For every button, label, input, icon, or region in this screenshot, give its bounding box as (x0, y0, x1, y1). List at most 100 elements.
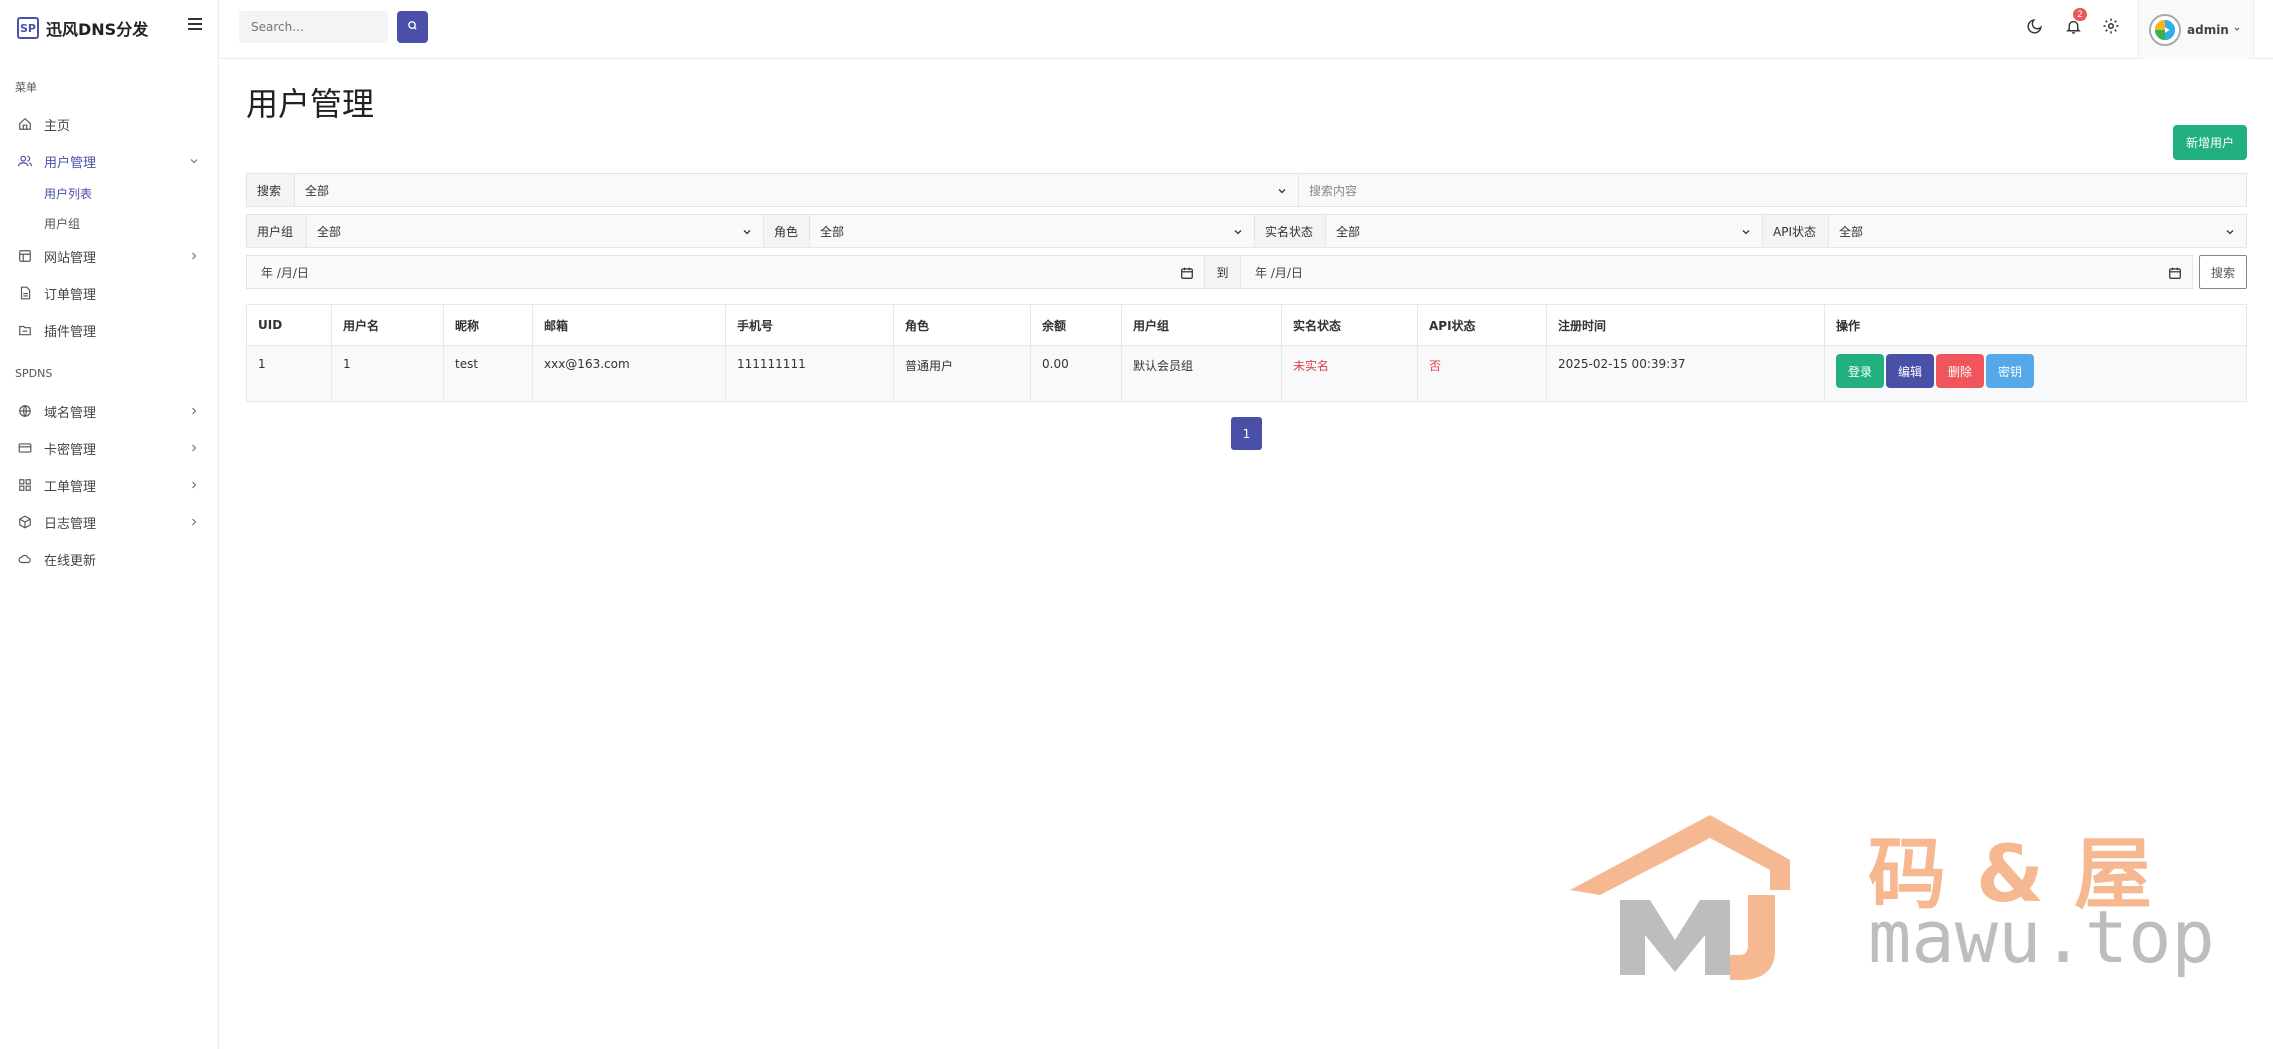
filter-search-button[interactable]: 搜索 (2199, 255, 2247, 289)
cell-role: 普通用户 (893, 345, 1031, 402)
table-row: 1 1 test xxx@163.com 111111111 普通用户 0.00… (246, 345, 2247, 402)
chevron-right-icon (188, 516, 200, 528)
cell-uid: 1 (246, 345, 332, 402)
cell-email: xxx@163.com (532, 345, 726, 402)
sidebar-item-online-update[interactable]: 在线更新 (0, 544, 219, 574)
group-select[interactable]: 全部 (306, 214, 763, 248)
sidebar-item-label: 域名管理 (44, 405, 97, 421)
grid-icon (18, 478, 32, 492)
date-from-value: 年 /月/日 (261, 265, 309, 280)
sidebar-item-label: 插件管理 (44, 324, 97, 340)
api-select[interactable]: 全部 (1828, 214, 2247, 248)
chevron-down-icon (188, 155, 200, 167)
col-email[interactable]: 邮箱 (532, 304, 726, 346)
cell-phone: 111111111 (725, 345, 894, 402)
section-label-spdns: SPDNS (15, 367, 53, 380)
sidebar-item-user-management[interactable]: 用户管理 (0, 146, 219, 176)
date-from-input[interactable]: 年 /月/日 (246, 255, 1204, 289)
menu-toggle-icon[interactable] (188, 18, 202, 32)
add-user-button[interactable]: 新增用户 (2173, 125, 2247, 160)
chevron-down-icon (1276, 185, 1288, 197)
chevron-down-icon (1740, 226, 1752, 238)
col-registered[interactable]: 注册时间 (1546, 304, 1825, 346)
login-button[interactable]: 登录 (1836, 354, 1884, 388)
sidebar-item-log-management[interactable]: 日志管理 (0, 507, 219, 537)
search-button[interactable] (397, 11, 428, 43)
role-label: 角色 (763, 214, 809, 248)
sidebar-item-site-management[interactable]: 网站管理 (0, 241, 219, 271)
settings-button[interactable] (2101, 18, 2121, 38)
cell-api-status: 否 (1417, 345, 1547, 402)
secret-key-button[interactable]: 密钥 (1986, 354, 2034, 388)
api-label: API状态 (1762, 214, 1828, 248)
role-select[interactable]: 全部 (809, 214, 1254, 248)
role-value: 全部 (820, 224, 845, 239)
date-to-input[interactable]: 年 /月/日 (1240, 255, 2193, 289)
folder-icon (18, 323, 32, 337)
sidebar-item-label: 工单管理 (44, 479, 97, 495)
gear-icon (2102, 17, 2120, 39)
notifications-button[interactable] (2063, 18, 2083, 38)
col-realname[interactable]: 实名状态 (1281, 304, 1418, 346)
realname-select[interactable]: 全部 (1325, 214, 1762, 248)
calendar-icon (2168, 266, 2182, 280)
chevron-down-icon (741, 226, 753, 238)
pagination-page-1[interactable]: 1 (1231, 417, 1262, 450)
moon-icon (2026, 18, 2043, 39)
chevron-down-icon (2233, 22, 2241, 37)
col-api[interactable]: API状态 (1417, 304, 1547, 346)
box-icon (18, 515, 32, 529)
sidebar-item-label: 网站管理 (44, 250, 97, 266)
sidebar-item-label: 主页 (44, 118, 71, 134)
users-icon (18, 154, 32, 168)
delete-button[interactable]: 删除 (1936, 354, 1984, 388)
calendar-icon (1180, 266, 1194, 280)
dark-mode-toggle[interactable] (2024, 18, 2044, 38)
sidebar-item-label: 订单管理 (44, 287, 97, 303)
chevron-right-icon (188, 442, 200, 454)
col-group[interactable]: 用户组 (1121, 304, 1282, 346)
cell-realname-status: 未实名 (1281, 345, 1418, 402)
chevron-down-icon (1232, 226, 1244, 238)
date-to-value: 年 /月/日 (1255, 265, 1303, 280)
col-username[interactable]: 用户名 (331, 304, 444, 346)
section-label-menu: 菜单 (15, 81, 37, 94)
sidebar-item-label: 在线更新 (44, 553, 97, 569)
col-nickname[interactable]: 昵称 (443, 304, 533, 346)
sidebar-item-card-management[interactable]: 卡密管理 (0, 433, 219, 463)
page-title: 用户管理 (246, 85, 375, 123)
notification-badge: 2 (2073, 8, 2087, 21)
sidebar-item-ticket-management[interactable]: 工单管理 (0, 470, 219, 500)
user-menu[interactable]: admin (2138, 0, 2254, 59)
col-phone[interactable]: 手机号 (725, 304, 894, 346)
search-content-input[interactable]: 搜索内容 (1298, 173, 2247, 207)
sidebar-subitem-user-group[interactable]: 用户组 (44, 215, 80, 232)
col-balance[interactable]: 余额 (1030, 304, 1122, 346)
filter-row-selects: 用户组 全部 角色 全部 实名状态 全部 API状态 全部 (246, 214, 2247, 248)
sidebar-item-order-management[interactable]: 订单管理 (0, 278, 219, 308)
file-icon (18, 286, 32, 300)
search-icon (407, 20, 418, 35)
sidebar-item-domain-management[interactable]: 域名管理 (0, 396, 219, 426)
home-icon (18, 117, 32, 131)
sidebar: SP 迅风DNS分发 菜单 主页 用户管理 用户列表 用户组 网站管理 订单管理 (0, 0, 219, 1049)
sidebar-item-plugin-management[interactable]: 插件管理 (0, 315, 219, 345)
cell-username: 1 (331, 345, 444, 402)
layout-icon (18, 249, 32, 263)
brand[interactable]: SP 迅风DNS分发 (17, 15, 148, 41)
sidebar-item-home[interactable]: 主页 (0, 109, 219, 139)
table-header-row: UID 用户名 昵称 邮箱 手机号 角色 余额 用户组 实名状态 API状态 注… (246, 304, 2247, 346)
users-table: UID 用户名 昵称 邮箱 手机号 角色 余额 用户组 实名状态 API状态 注… (246, 304, 2247, 402)
avatar (2149, 13, 2181, 46)
realname-label: 实名状态 (1254, 214, 1325, 248)
cell-group: 默认会员组 (1121, 345, 1282, 402)
brand-logo: SP (17, 17, 39, 39)
edit-button[interactable]: 编辑 (1886, 354, 1934, 388)
cell-actions: 登录 编辑 删除 密钥 (1824, 345, 2247, 402)
search-input[interactable] (239, 11, 388, 43)
search-field-select[interactable]: 全部 (294, 173, 1298, 207)
col-role[interactable]: 角色 (893, 304, 1031, 346)
sidebar-subitem-user-list[interactable]: 用户列表 (44, 185, 92, 202)
chevron-right-icon (188, 250, 200, 262)
col-uid[interactable]: UID (246, 304, 332, 346)
